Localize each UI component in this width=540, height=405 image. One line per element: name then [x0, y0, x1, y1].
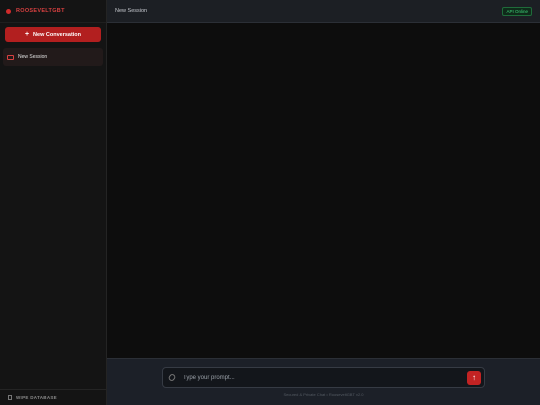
brand: ROOSEVELTGBT: [0, 0, 106, 23]
session-item[interactable]: New Session: [3, 48, 103, 66]
new-conversation-label: New Conversation: [33, 31, 82, 38]
wipe-database-button[interactable]: WIPE DATABASE: [0, 389, 106, 405]
brand-name: ROOSEVELTGBT: [16, 8, 65, 14]
topbar: New Session API Online: [107, 0, 540, 23]
new-conversation-button[interactable]: + New Conversation: [5, 27, 101, 42]
chat-icon: [7, 54, 14, 60]
chat-messages-area: [107, 23, 540, 358]
plus-icon: +: [24, 31, 30, 38]
brand-logo-icon: [6, 8, 11, 14]
prompt-box: ↑: [162, 367, 485, 388]
trash-icon: [8, 395, 12, 400]
main-panel: New Session API Online ↑ Secured & Priva…: [107, 0, 540, 405]
send-button[interactable]: ↑: [467, 370, 481, 385]
app-root: ROOSEVELTGBT + New Conversation New Sess…: [0, 0, 540, 405]
session-title: New Session: [115, 8, 148, 14]
session-list: New Session: [0, 48, 106, 66]
session-item-label: New Session: [18, 54, 48, 60]
prompt-input[interactable]: [183, 374, 467, 381]
composer: ↑ Secured & Private Chat • RooseveltGBT …: [107, 358, 540, 405]
sidebar: ROOSEVELTGBT + New Conversation New Sess…: [0, 0, 107, 405]
attach-icon[interactable]: [167, 372, 177, 383]
footer-note: Secured & Private Chat • RooseveltGBT v2…: [283, 392, 364, 397]
api-status-badge: API Online: [502, 6, 532, 16]
wipe-database-label: WIPE DATABASE: [16, 395, 57, 400]
